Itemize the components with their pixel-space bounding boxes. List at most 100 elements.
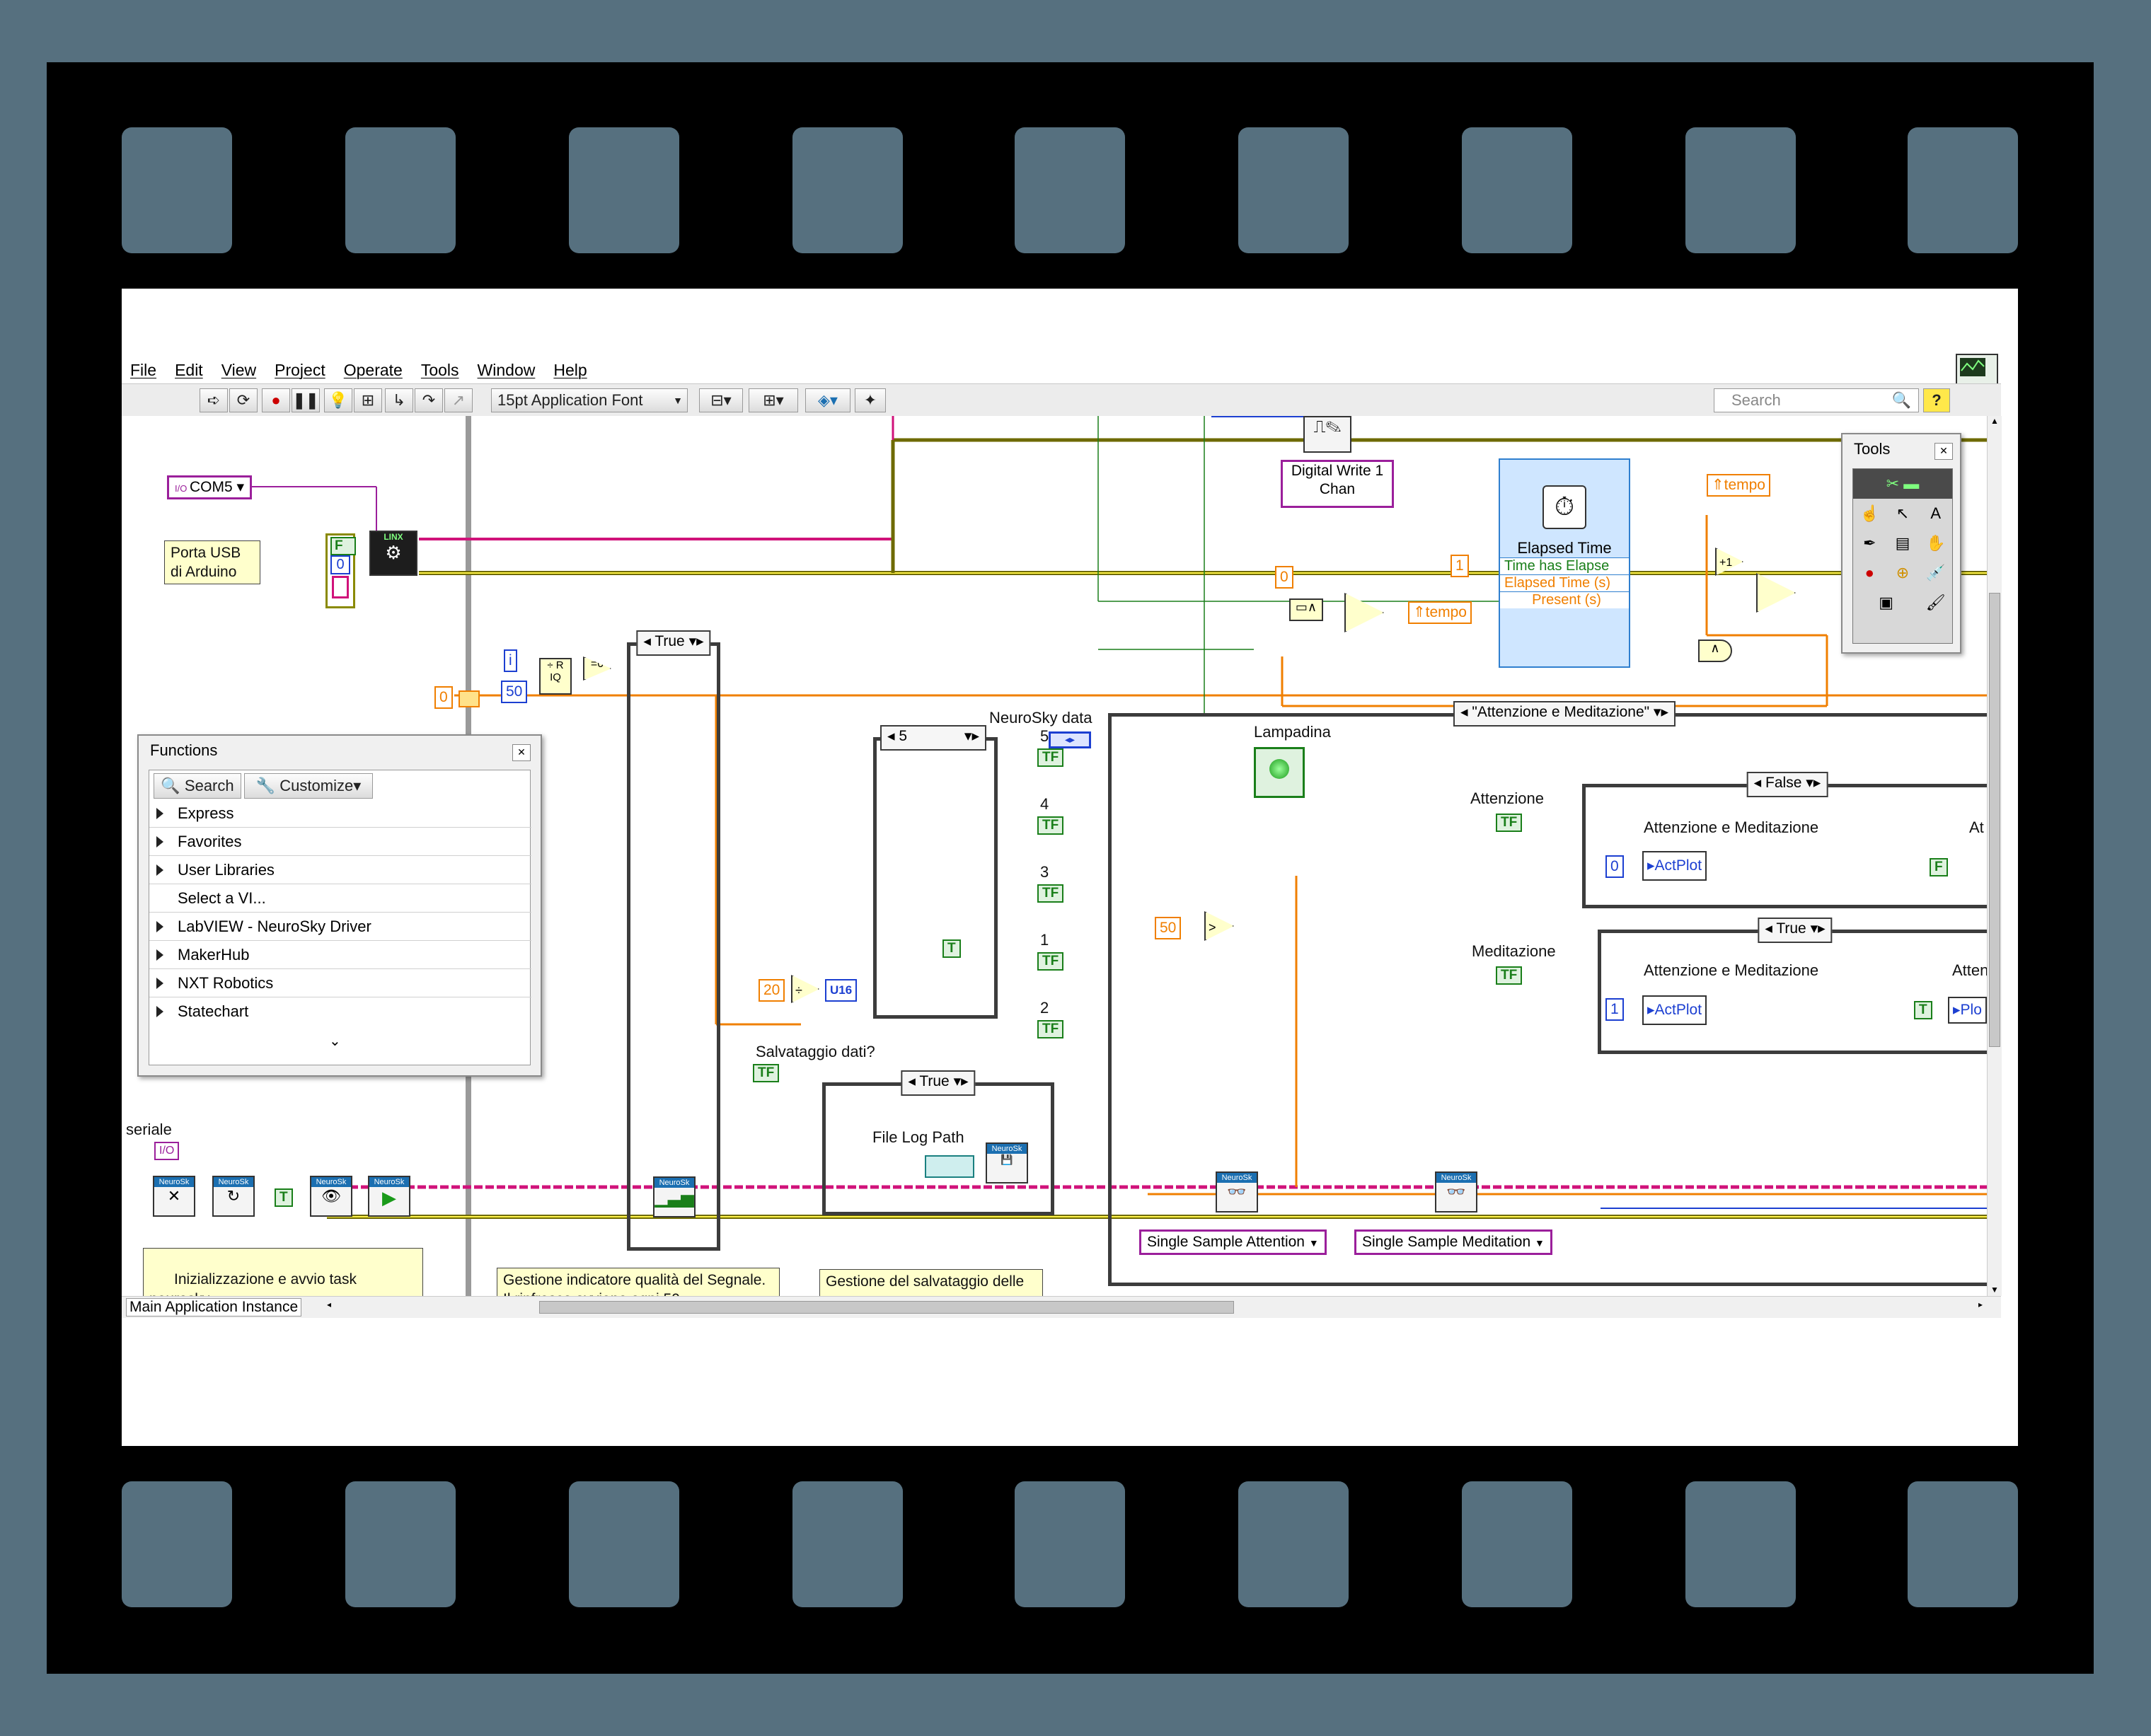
highlight-execution-icon[interactable]: 💡 [324, 388, 352, 412]
palette-search-button[interactable]: 🔍 Search [154, 773, 241, 799]
actplot-property-2[interactable]: ▸ActPlot [1642, 995, 1707, 1025]
record-vi[interactable]: NeuroSk 💾 [986, 1142, 1028, 1184]
elapsed-time-express-vi[interactable]: ⏱ Elapsed Time Time has Elapse Elapsed T… [1499, 458, 1630, 668]
color-tool-icon[interactable]: ▣ [1853, 588, 1919, 618]
signal-quality-vi[interactable]: NeuroSk ▁▃▅ [653, 1176, 696, 1217]
step-into-button[interactable]: ↳ [385, 388, 413, 412]
wire-tool-icon[interactable]: ✒ [1853, 528, 1886, 558]
auto-tool-icon[interactable]: ✂ ▬ [1853, 469, 1952, 499]
and-node-2[interactable]: ∧ [1698, 640, 1732, 662]
step-over-button[interactable]: ↷ [415, 388, 443, 412]
vertical-scrollbar[interactable]: ▲ ▼ [1987, 416, 2002, 1296]
scroll-up-icon[interactable]: ▲ [1988, 416, 2002, 426]
functions-palette[interactable]: Functions ✕ 🔍 Search 🔧 Customize ▾ Expres… [137, 734, 542, 1077]
com-port-constant[interactable]: I/O COM5 ▾ [167, 475, 253, 499]
case-structure-true-3[interactable]: ◂ True ▾▸ Attenzione e Meditazione Atten… [1598, 918, 1987, 1054]
menu-project[interactable]: Project [275, 361, 325, 380]
menu-view[interactable]: View [221, 361, 256, 380]
shortcut-menu-tool-icon[interactable]: ▤ [1886, 528, 1920, 558]
palette-item-express[interactable]: Express [149, 800, 531, 828]
scroll-tool-icon[interactable]: ✋ [1919, 528, 1952, 558]
menu-tools[interactable]: Tools [421, 361, 459, 380]
brush-tool-icon[interactable]: 🖌 [1919, 588, 1952, 618]
distribute-objects-button[interactable]: ⊞▾ [749, 388, 798, 412]
block-diagram[interactable]: I/O COM5 ▾ Porta USB di Arduino LINX ⚙ F… [122, 416, 1987, 1296]
attenzione-control[interactable]: TF [1496, 814, 1523, 832]
palette-item-statechart[interactable]: Statechart [149, 998, 531, 1025]
to-u16-node[interactable]: U16 [825, 979, 858, 1002]
align-objects-button[interactable]: ⊟▾ [699, 388, 743, 412]
case-selector-true-3[interactable]: ◂ True ▾▸ [1758, 918, 1833, 943]
const-one-plot[interactable]: 1 [1605, 998, 1624, 1021]
scroll-right-icon[interactable]: ▸ [1978, 1300, 1983, 1309]
lampadina-led-indicator[interactable] [1254, 747, 1305, 798]
neurosky-eye-vi[interactable]: NeuroSk 👁 [310, 1176, 352, 1217]
palette-item-favorites[interactable]: Favorites [149, 828, 531, 856]
single-sample-meditation-selector[interactable]: Single Sample Meditation ▼ [1354, 1229, 1552, 1255]
menu-file[interactable]: File [130, 361, 156, 380]
case-structure-save[interactable]: ◂ True ▾▸ File Log Path NeuroSk 💾 [822, 1070, 1054, 1215]
neurosky-clear-vi[interactable]: NeuroSk ✕ [153, 1176, 195, 1217]
case-structure-outputs[interactable]: ◂ 5 ▾▸ [873, 725, 998, 1019]
single-sample-attention-selector[interactable]: Single Sample Attention ▼ [1139, 1229, 1327, 1255]
plot-property-cut[interactable]: ▸Plo [1948, 997, 1987, 1024]
single-sample-meditation-vi[interactable]: NeuroSk 👓 [1435, 1171, 1477, 1213]
palette-item-neurosky-driver[interactable]: LabVIEW - NeuroSky Driver [149, 913, 531, 941]
step-out-button[interactable]: ↗ [444, 388, 473, 412]
neurosky-start-vi[interactable]: NeuroSk ▶ [368, 1176, 410, 1217]
case-selector-save[interactable]: ◂ True ▾▸ [901, 1070, 976, 1096]
cleanup-diagram-button[interactable]: ✦ [855, 388, 886, 412]
text-tool-icon[interactable]: A [1919, 499, 1952, 528]
case-selector-false[interactable]: ◂ False ▾▸ [1746, 772, 1828, 797]
digital-write-vi[interactable]: ⎍✎ [1303, 416, 1351, 453]
case-structure-false[interactable]: ◂ False ▾▸ Attenzione e Meditazione At 0… [1582, 772, 1987, 908]
quotient-remainder-node[interactable]: ÷ R IQ [539, 658, 572, 695]
palette-item-makerhub[interactable]: MakerHub [149, 942, 531, 969]
scroll-down-icon[interactable]: ▼ [1988, 1285, 2002, 1295]
linx-open-vi[interactable]: LINX ⚙ [369, 531, 417, 576]
linx-cluster[interactable]: F 0 [325, 533, 356, 608]
neurosky-data-indicator[interactable]: ◂▸ [1049, 731, 1091, 748]
abort-button[interactable]: ● [262, 388, 290, 412]
close-icon[interactable]: ✕ [512, 744, 531, 761]
help-button[interactable]: ? [1923, 388, 1950, 412]
tempo-local-1[interactable]: ⇑tempo [1408, 601, 1472, 624]
palette-item-nxt-robotics[interactable]: NXT Robotics [149, 970, 531, 997]
instance-selector[interactable]: Main Application Instance [126, 1298, 302, 1317]
neurosky-create-task-vi[interactable]: NeuroSk ↻ [212, 1176, 255, 1217]
horizontal-scroll-thumb[interactable] [539, 1301, 1234, 1314]
const-zero-plot[interactable]: 0 [1605, 855, 1624, 878]
false-constant-plot[interactable]: F [1930, 858, 1948, 876]
case-selector-attenzione[interactable]: ◂ "Attenzione e Meditazione" ▾▸ [1453, 701, 1676, 727]
case-structure-quality[interactable]: ◂ True ▾▸ NeuroSk ▁▃▅ [627, 630, 720, 1251]
true-constant-init[interactable]: T [275, 1188, 293, 1207]
const-zero-timer[interactable]: 0 [1275, 566, 1293, 589]
palette-customize-button[interactable]: 🔧 Customize ▾ [244, 773, 373, 799]
single-sample-attention-vi[interactable]: NeuroSk 👓 [1216, 1171, 1258, 1213]
reorder-button[interactable]: ◈▾ [805, 388, 850, 412]
menu-window[interactable]: Window [478, 361, 536, 380]
file-log-path-control[interactable] [925, 1155, 974, 1178]
pause-button[interactable]: ❚❚ [292, 388, 320, 412]
and-node-1[interactable]: ▭∧ [1289, 598, 1323, 621]
const-50[interactable]: 50 [501, 681, 528, 703]
expand-more-icon[interactable]: ⌄ [329, 1032, 341, 1050]
menu-help[interactable]: Help [553, 361, 587, 380]
tempo-local-2[interactable]: ⇑tempo [1707, 474, 1770, 497]
operate-tool-icon[interactable]: ☝ [1853, 499, 1886, 528]
search-field[interactable]: Search 🔍 [1714, 388, 1919, 412]
scroll-left-icon[interactable]: ◂ [327, 1300, 331, 1309]
const-50-threshold[interactable]: 50 [1155, 917, 1182, 939]
const-one[interactable]: 1 [1451, 555, 1469, 577]
run-continuously-button[interactable]: ⟳ [229, 388, 258, 412]
orange-zero-constant[interactable]: 0 [434, 686, 453, 709]
palette-item-select-vi[interactable]: Select a VI... [149, 885, 531, 913]
run-arrow-button[interactable]: ➪ [200, 388, 228, 412]
horizontal-scrollbar[interactable]: ◂ ▸ [327, 1300, 1983, 1314]
color-copy-tool-icon[interactable]: 💉 [1919, 558, 1952, 588]
close-icon[interactable]: ✕ [1934, 443, 1953, 460]
serial-io-constant[interactable]: I/O [154, 1142, 180, 1160]
font-select[interactable]: 15pt Application Font ▼ [491, 388, 688, 412]
menu-edit[interactable]: Edit [175, 361, 203, 380]
palette-item-user-libraries[interactable]: User Libraries [149, 857, 531, 884]
